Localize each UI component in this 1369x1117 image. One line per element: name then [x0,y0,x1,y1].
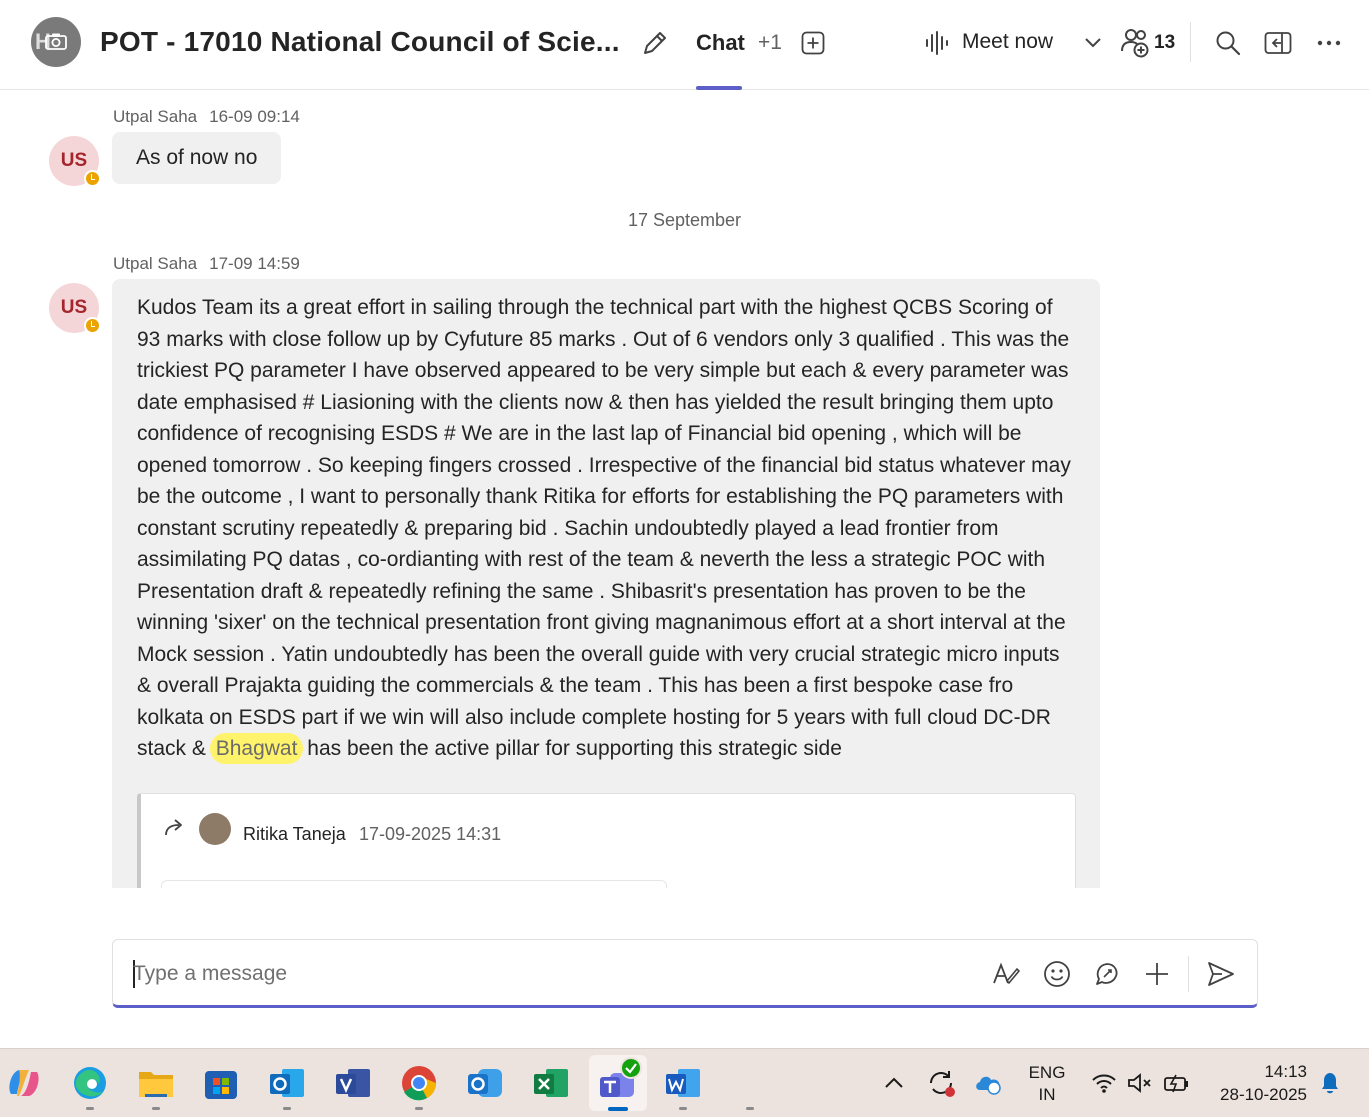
edge-icon[interactable] [70,1063,110,1103]
running-indicator [415,1107,423,1110]
wifi-icon[interactable] [1084,1063,1124,1103]
compose-box[interactable] [112,939,1258,1008]
search-icon[interactable] [1212,27,1244,59]
running-indicator [86,1107,94,1110]
away-status-icon [84,170,101,187]
avatar[interactable]: US [49,136,101,187]
side-panel-icon[interactable] [1262,27,1294,59]
chevron-up-icon[interactable] [874,1063,914,1103]
send-icon[interactable] [1204,957,1238,991]
file-explorer-icon[interactable] [136,1063,176,1103]
audio-wave-icon[interactable] [922,28,952,58]
more-icon[interactable] [1313,27,1345,59]
sender-name: Utpal Saha [113,107,198,126]
forwarded-preview [161,880,667,888]
active-app-indicator [608,1107,628,1111]
participants-count[interactable]: 13 [1154,32,1175,54]
highlighted-mention: Bhagwat [209,733,304,764]
windows-taskbar: ENG IN 14:13 28-10-2025 [0,1048,1369,1117]
avatar-initials: US [60,297,88,318]
group-avatar[interactable]: H [31,17,81,67]
plus-icon[interactable] [1140,957,1174,991]
outlook-new-icon[interactable] [465,1063,505,1103]
message-text: As of now no [136,146,258,169]
message-input[interactable] [133,957,973,991]
loop-icon[interactable] [1090,957,1124,991]
teams-icon[interactable] [598,1057,642,1103]
message-list[interactable]: Utpal Saha 16-09 09:14 US As of now no 17… [0,91,1369,888]
teams-window: H POT - 17010 National Council of Scie..… [0,0,1369,1117]
add-tab-icon[interactable] [799,29,827,57]
visio-icon[interactable] [333,1063,373,1103]
away-status-icon [84,317,101,334]
message-bubble[interactable]: As of now no [112,132,282,184]
word-icon[interactable] [663,1063,703,1103]
checkmark-badge-icon [620,1057,642,1079]
language-code: ENG [1028,1063,1066,1082]
forwarded-timestamp: 17-09-2025 14:31 [359,824,502,844]
running-indicator [283,1107,291,1110]
chat-title[interactable]: POT - 17010 National Council of Scie... [100,26,620,58]
outlook-icon[interactable] [267,1063,307,1103]
sender-name: Utpal Saha [113,254,198,273]
chat-header: H POT - 17010 National Council of Scie..… [0,0,1369,90]
header-divider [1190,22,1191,62]
speaker-muted-icon[interactable] [1120,1063,1160,1103]
message-header: Utpal Saha 17-09 14:59 [113,254,300,274]
people-add-icon[interactable] [1118,26,1152,60]
message-text: Kudos Team its a great effort in sailing… [137,292,1077,765]
microsoft-store-icon[interactable] [201,1063,241,1103]
region-code: IN [1038,1085,1056,1104]
running-indicator [746,1107,754,1110]
language-indicator[interactable]: ENG IN [1024,1062,1070,1106]
avatar-initials: US [60,150,88,171]
camera-icon [45,33,67,50]
avatar[interactable]: US [49,283,101,334]
tab-chat-indicator [696,86,742,90]
forwarded-message-card[interactable]: Ritika Taneja 17-09-2025 14:31 [137,793,1076,888]
excel-icon[interactable] [531,1063,571,1103]
message-timestamp: 17-09 14:59 [209,254,300,273]
battery-icon[interactable] [1157,1063,1197,1103]
chevron-down-icon[interactable] [1082,32,1104,54]
compose-divider [1188,956,1189,992]
forwarded-sender-name: Ritika Taneja [243,824,346,844]
copilot-icon[interactable] [4,1063,44,1103]
message-text-part: Kudos Team its a great effort in sailing… [137,296,1071,760]
meet-now-button[interactable]: Meet now [962,30,1053,54]
message-header: Utpal Saha 16-09 09:14 [113,107,300,127]
running-indicator [679,1107,687,1110]
onedrive-sync-icon[interactable] [969,1063,1009,1103]
clock-date: 28-10-2025 [1220,1085,1307,1104]
chrome-icon[interactable] [399,1063,439,1103]
clock-time: 14:13 [1264,1062,1307,1081]
tab-chat[interactable]: Chat [696,30,745,56]
notification-bell-icon[interactable] [1310,1063,1350,1103]
system-clock[interactable]: 14:13 28-10-2025 [1220,1060,1307,1106]
tab-more[interactable]: +1 [758,31,782,55]
date-divider: 17 September [627,210,742,230]
avatar [199,813,231,845]
edit-icon[interactable] [638,26,672,60]
format-icon[interactable] [989,957,1023,991]
sync-status-icon[interactable] [921,1063,961,1103]
message-bubble[interactable]: Kudos Team its a great effort in sailing… [112,279,1100,888]
message-text-part: has been the active pillar for supportin… [301,737,842,760]
running-indicator [152,1107,160,1110]
message-timestamp: 16-09 09:14 [209,107,300,126]
emoji-icon[interactable] [1040,957,1074,991]
forward-icon [165,819,182,836]
